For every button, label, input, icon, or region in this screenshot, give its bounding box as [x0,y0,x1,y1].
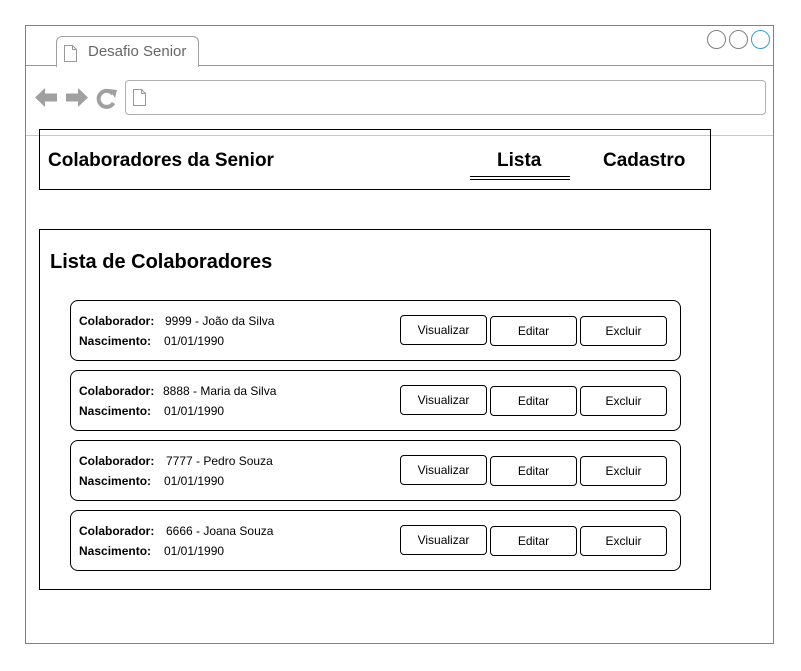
reload-icon[interactable] [96,88,118,110]
document-icon [64,45,77,62]
maximize-button[interactable] [729,30,748,49]
delete-button[interactable]: Excluir [580,316,667,346]
close-button[interactable] [751,30,770,49]
employee-card: Colaborador: 7777 - Pedro Souza Nascimen… [70,440,681,501]
title-bar: Desafio Senior [26,26,773,67]
colaborador-value: 8888 - Maria da Silva [163,384,277,398]
site-title: Colaboradores da Senior [48,150,274,171]
employee-card: Colaborador: 9999 - João da Silva Nascim… [70,300,681,361]
nascimento-label: Nascimento: [79,474,152,488]
edit-button[interactable]: Editar [490,316,577,346]
view-button[interactable]: Visualizar [400,525,487,555]
nascimento-value: 01/01/1990 [164,404,225,418]
nascimento-label: Nascimento: [79,404,152,418]
colaborador-value: 6666 - Joana Souza [166,524,274,538]
delete-button[interactable]: Excluir [580,526,667,556]
employee-list-panel: Lista de Colaboradores Colaborador: 9999… [39,229,711,590]
tab-title: Desafio Senior [88,43,187,60]
back-arrow-icon[interactable] [35,88,57,107]
delete-button[interactable]: Excluir [580,386,667,416]
view-button[interactable]: Visualizar [400,455,487,485]
view-button[interactable]: Visualizar [400,385,487,415]
nascimento-label: Nascimento: [79,334,152,348]
nav-link-lista[interactable]: Lista [497,150,541,172]
browser-tab[interactable]: Desafio Senior [56,36,199,67]
list-title: Lista de Colaboradores [50,251,273,273]
active-nav-indicator [470,176,570,180]
edit-button[interactable]: Editar [490,386,577,416]
colaborador-value: 9999 - João da Silva [165,314,275,328]
colaborador-label: Colaborador: [79,314,155,328]
minimize-button[interactable] [707,30,726,49]
edit-button[interactable]: Editar [490,456,577,486]
colaborador-label: Colaborador: [79,384,155,398]
edit-button[interactable]: Editar [490,526,577,556]
employee-card: Colaborador: 6666 - Joana Souza Nascimen… [70,510,681,571]
nascimento-label: Nascimento: [79,544,152,558]
nascimento-value: 01/01/1990 [164,474,225,488]
colaborador-label: Colaborador: [79,524,155,538]
view-button[interactable]: Visualizar [400,315,487,345]
delete-button[interactable]: Excluir [580,456,667,486]
forward-arrow-icon[interactable] [66,88,88,107]
window-controls [707,30,770,49]
employee-card: Colaborador: 8888 - Maria da Silva Nasci… [70,370,681,431]
browser-toolbar [26,66,773,136]
colaborador-label: Colaborador: [79,454,155,468]
page-icon [133,89,146,106]
site-header: Colaboradores da Senior Lista Cadastro [39,129,711,190]
nav-link-cadastro[interactable]: Cadastro [603,150,685,172]
nascimento-value: 01/01/1990 [164,334,225,348]
address-bar[interactable] [125,80,766,115]
nascimento-value: 01/01/1990 [164,544,225,558]
colaborador-value: 7777 - Pedro Souza [166,454,273,468]
